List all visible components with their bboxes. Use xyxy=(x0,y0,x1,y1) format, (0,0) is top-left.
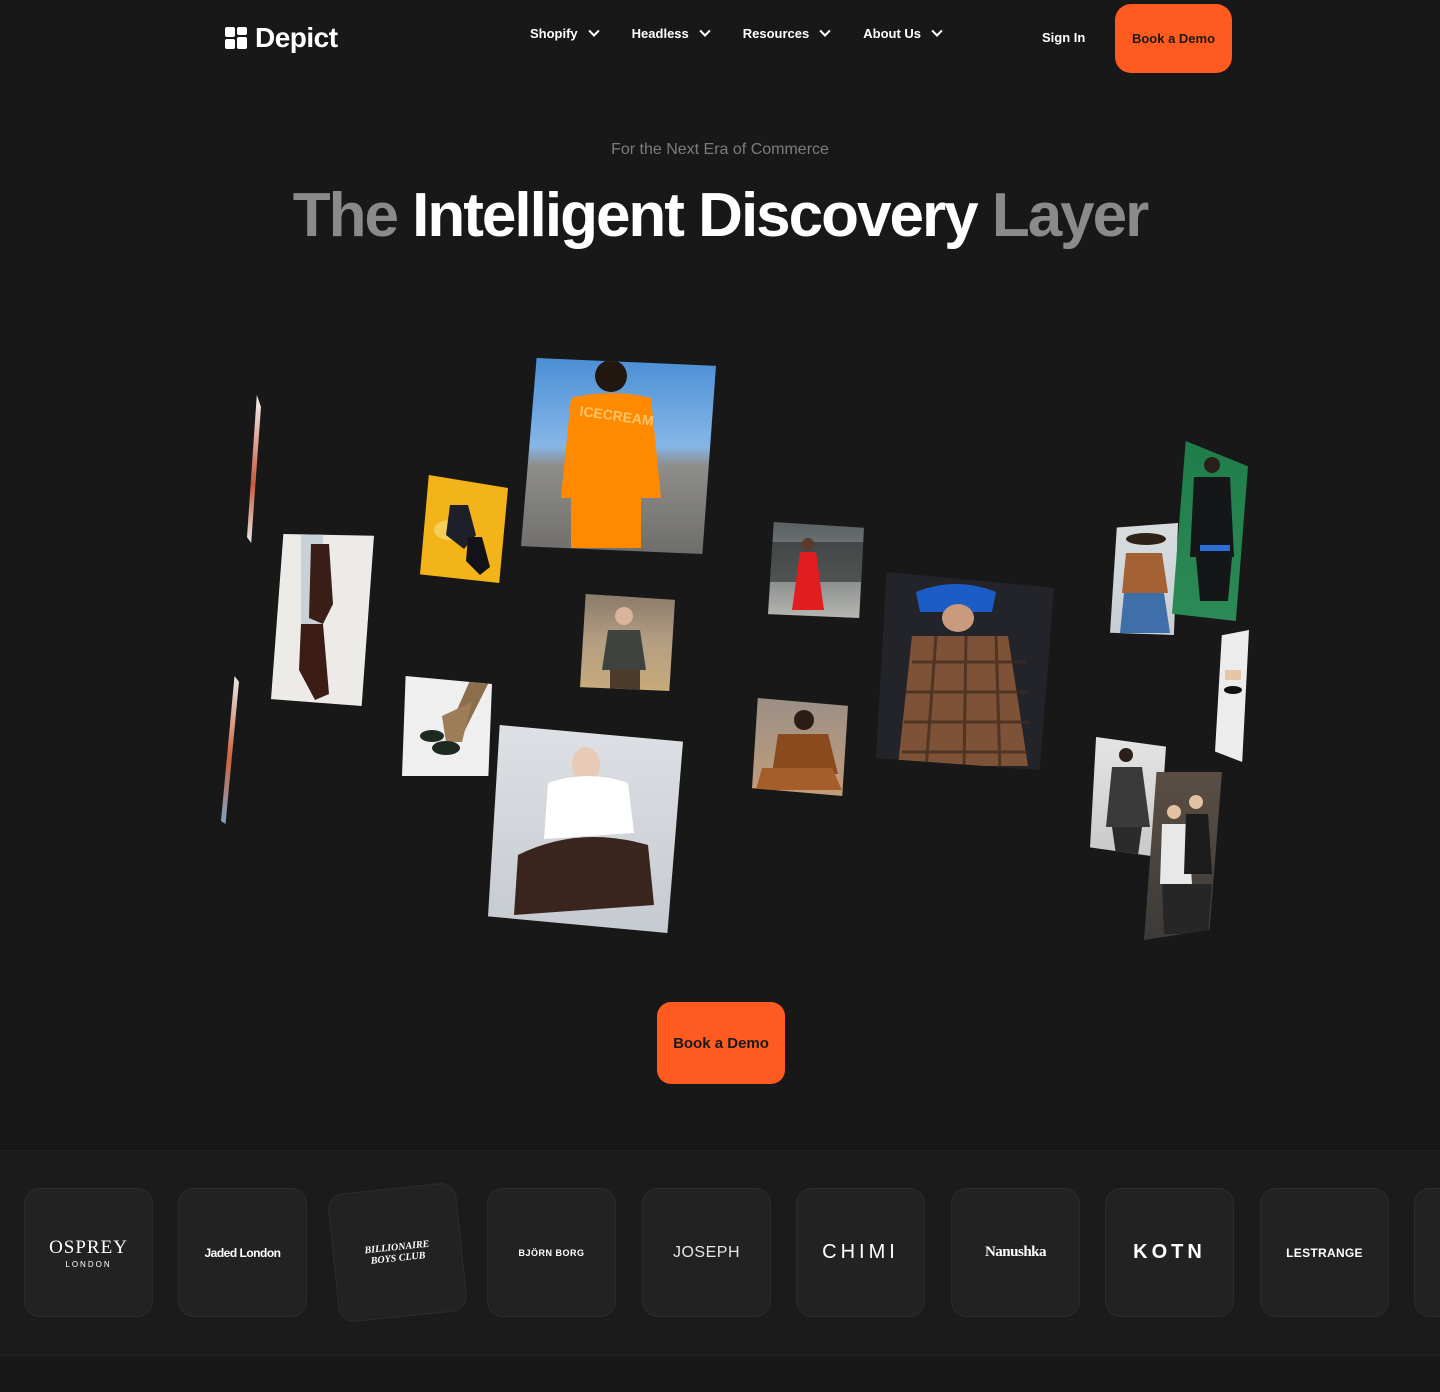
brand-logo-text: Jaded London xyxy=(204,1245,282,1260)
brand-card-nanushka: Nanushka xyxy=(951,1188,1080,1317)
brand-logo-text: OSPREY xyxy=(49,1236,128,1258)
man-field-photo xyxy=(602,607,646,690)
gallery-image xyxy=(1110,523,1178,635)
gallery-image xyxy=(488,725,683,933)
brand-logo-text: CHIMI xyxy=(822,1241,899,1263)
chevron-down-icon xyxy=(699,25,711,37)
gallery-image xyxy=(221,676,239,824)
brand-logo-text: JOSEPH xyxy=(672,1243,740,1261)
gallery-image xyxy=(752,698,848,796)
gallery-image xyxy=(1144,772,1222,940)
gallery-image xyxy=(247,395,261,543)
depict-logo-mark-icon xyxy=(225,27,247,49)
brand-logo-text: BJÖRN BORG xyxy=(518,1247,585,1258)
plaid-shirt-photo xyxy=(876,572,1054,770)
brand-logo-subtext: LONDON xyxy=(65,1259,112,1269)
chevron-down-icon xyxy=(819,25,831,37)
brand-card-joseph: JOSEPH xyxy=(642,1188,771,1317)
brand-card-lestrange: LESTRANGE xyxy=(1260,1188,1389,1317)
book-demo-hero-button[interactable]: Book a Demo xyxy=(657,1002,785,1084)
gallery-image xyxy=(768,522,864,618)
nav-item-label: About Us xyxy=(863,26,922,41)
chevron-down-icon xyxy=(588,25,600,37)
depict-logo[interactable]: Depict xyxy=(225,22,338,54)
brand-logo-text: LESTRANGE xyxy=(1286,1245,1363,1260)
gallery-image xyxy=(1172,441,1248,621)
gallery-image: ICECREAM xyxy=(521,358,716,554)
product-image-gallery: ICECREAM xyxy=(0,340,1440,960)
gallery-image xyxy=(876,572,1054,770)
brand-name: Depict xyxy=(255,22,338,53)
nav-item-label: Resources xyxy=(742,26,810,41)
gallery-image xyxy=(420,475,508,583)
book-demo-header-button[interactable]: Book a Demo xyxy=(1115,4,1232,73)
headline-part-2: Intelligent Discovery xyxy=(412,181,978,250)
brand-card-kotn: KOTN xyxy=(1105,1188,1234,1317)
nav-item-headless[interactable]: Headless xyxy=(631,25,711,41)
brand-card-partial xyxy=(1414,1188,1440,1317)
green-backdrop-photo xyxy=(1190,457,1234,601)
hero-headline: The Intelligent Discovery Layer xyxy=(0,180,1440,252)
group-photo xyxy=(1160,795,1212,934)
sign-in-link[interactable]: Sign In xyxy=(1042,30,1085,45)
red-dress-photo xyxy=(768,538,864,610)
boots-photo xyxy=(299,534,333,700)
brand-logo-text: Nanushka xyxy=(984,1244,1047,1260)
gallery-image xyxy=(580,594,675,691)
brand-card-chimi: CHIMI xyxy=(796,1188,925,1317)
orange-jacket-photo: ICECREAM xyxy=(561,360,661,548)
chevron-down-icon xyxy=(931,25,943,37)
brand-card-billionaire-boys-club: BILLIONAIRE BOYS CLUB xyxy=(326,1181,469,1324)
main-nav: Shopify Headless Resources About Us xyxy=(530,25,943,41)
site-header: Depict Shopify Headless Resources About … xyxy=(0,0,1440,76)
brown-outfit-photo xyxy=(756,710,842,790)
gallery-image xyxy=(271,534,374,706)
headline-part-1: The xyxy=(292,181,399,250)
nav-item-shopify[interactable]: Shopify xyxy=(530,25,600,41)
white-tee-photo xyxy=(514,747,654,915)
brand-card-jaded-london: Jaded London xyxy=(178,1188,307,1317)
shoes-photo xyxy=(434,505,490,575)
headline-part-3: Layer xyxy=(991,181,1149,250)
gallery-image xyxy=(402,676,492,776)
nav-item-resources[interactable]: Resources xyxy=(742,25,831,41)
hero-eyebrow: For the Next Era of Commerce xyxy=(611,141,829,158)
gallery-image xyxy=(1215,630,1249,762)
brand-card-osprey: OSPREY LONDON xyxy=(24,1188,153,1317)
nav-item-label: Shopify xyxy=(530,26,578,41)
cowboy-hat-photo xyxy=(1120,533,1170,633)
trousers-photo xyxy=(420,676,492,755)
brand-card-bjorn-borg: BJÖRN BORG xyxy=(487,1188,616,1317)
nav-item-label: Headless xyxy=(631,26,689,41)
sunglasses-photo xyxy=(1224,670,1242,694)
brand-logo-text: KOTN xyxy=(1133,1241,1206,1263)
nav-item-about-us[interactable]: About Us xyxy=(863,25,943,41)
